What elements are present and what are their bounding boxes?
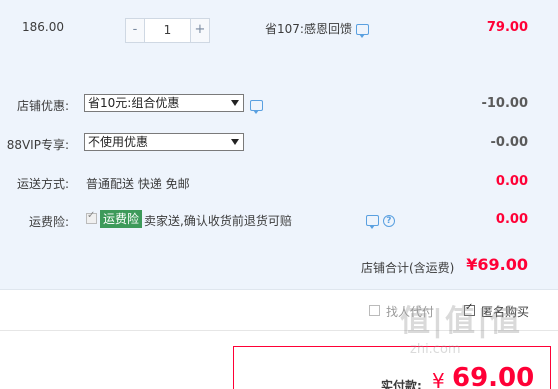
shop-discount-select[interactable]: 省10元:组合优惠 xyxy=(84,94,244,112)
shipping-value: 0.00 xyxy=(495,174,528,189)
insurance-value: 0.00 xyxy=(495,212,528,227)
insurance-row: 运费险: 运费险 卖家送,确认收货前退货可赔 ? 0.00 xyxy=(0,204,558,234)
chat-icon[interactable] xyxy=(355,24,369,38)
shop-discount-selected: 省10元:组合优惠 xyxy=(88,96,180,110)
quantity-increase-button[interactable]: + xyxy=(190,18,210,43)
item-total: 79.00 xyxy=(486,20,528,35)
payment-label: 实付款: xyxy=(381,379,422,389)
insurance-tag: 运费险 xyxy=(100,210,143,228)
shop-summary: 店铺优惠: 省10元:组合优惠 -10.00 88VIP专享: 不使用优惠 -0… xyxy=(0,86,558,289)
quantity-stepper: - 1 + xyxy=(125,18,210,43)
chevron-down-icon xyxy=(231,139,239,145)
vip-discount-selected: 不使用优惠 xyxy=(88,135,149,149)
unit-price: 186.00 xyxy=(22,20,64,34)
item-promotion-text: 省107:感恩回馈 xyxy=(265,22,352,36)
divider xyxy=(0,289,558,290)
watermark-subtext: zhi.com xyxy=(410,342,461,357)
shipping-method: 普通配送 快递 免邮 xyxy=(86,177,190,191)
vip-discount-label: 88VIP专享: xyxy=(6,138,69,152)
shop-subtotal-label: 店铺合计(含运费) xyxy=(361,261,455,275)
quantity-decrease-button[interactable]: - xyxy=(125,18,145,43)
chat-icon[interactable] xyxy=(366,215,379,229)
vip-discount-value: -0.00 xyxy=(490,135,528,150)
shipping-label: 运送方式: xyxy=(16,177,69,191)
payment-currency: ¥ xyxy=(432,369,445,389)
payment-amount: 69.00 xyxy=(452,363,535,389)
chat-icon[interactable] xyxy=(250,100,263,114)
order-item-row: 186.00 - 1 + 省107:感恩回馈 79.00 xyxy=(0,0,558,56)
item-promotion: 省107:感恩回馈 xyxy=(265,20,369,38)
insurance-checkbox[interactable] xyxy=(86,210,97,224)
spacer xyxy=(0,56,558,86)
insurance-label: 运费险: xyxy=(28,215,69,229)
pay-for-me-checkbox[interactable] xyxy=(369,305,380,316)
payment-summary: 实付款: ¥ 69.00 xyxy=(233,346,551,389)
vip-discount-select[interactable]: 不使用优惠 xyxy=(84,133,244,151)
insurance-icons: ? xyxy=(366,213,395,229)
insurance-description: 卖家送,确认收货前退货可赔 xyxy=(144,214,292,228)
shipping-row: 运送方式: 普通配送 快递 免邮 0.00 xyxy=(0,166,558,196)
shop-discount-value: -10.00 xyxy=(481,96,528,111)
help-icon[interactable]: ? xyxy=(382,214,395,227)
shop-subtotal-value: ¥69.00 xyxy=(466,255,528,274)
vip-discount-row: 88VIP专享: 不使用优惠 -0.00 xyxy=(0,127,558,157)
shop-discount-row: 店铺优惠: 省10元:组合优惠 -10.00 xyxy=(0,88,558,118)
quantity-input[interactable]: 1 xyxy=(145,18,190,43)
chevron-down-icon xyxy=(231,100,239,106)
shop-discount-label: 店铺优惠: xyxy=(16,99,69,113)
watermark: 值|值|值 xyxy=(400,304,522,339)
